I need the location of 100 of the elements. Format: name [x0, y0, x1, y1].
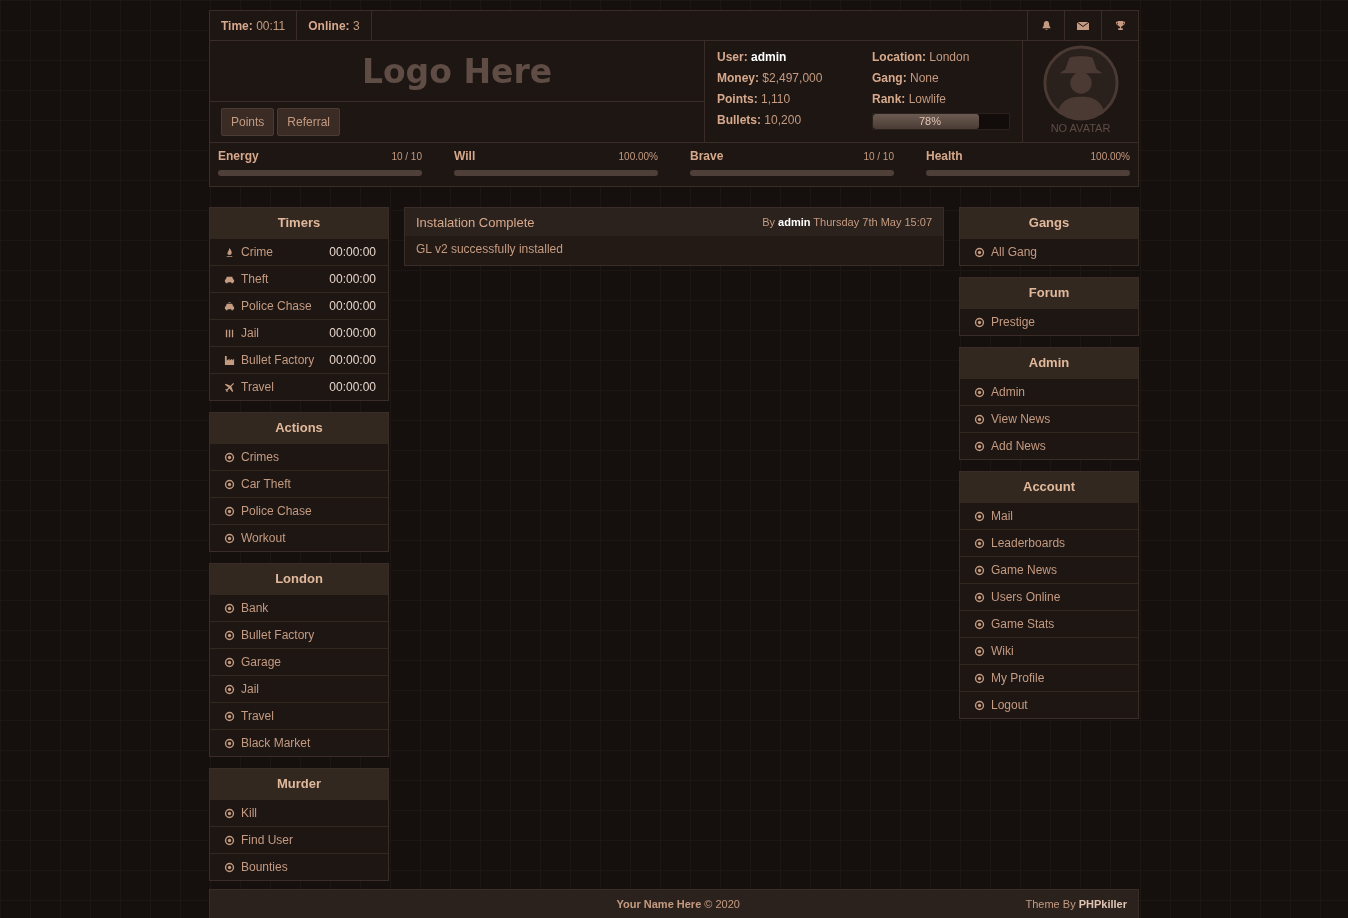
sidebar-link[interactable]: Add News — [960, 432, 1138, 459]
sidebar-link[interactable]: Bullet Factory — [210, 621, 388, 648]
sidebar-link[interactable]: Admin — [960, 378, 1138, 405]
sidebar-link[interactable]: Workout — [210, 524, 388, 551]
sidebar-link[interactable]: Prestige — [960, 308, 1138, 335]
sidebar-link[interactable]: Find User — [210, 826, 388, 853]
trophy-icon — [1114, 20, 1126, 31]
sidebar-link[interactable]: Bullet Factory 00:00:00 — [210, 346, 388, 373]
sidebar-link[interactable]: Wiki — [960, 637, 1138, 664]
stat-text: Bullets: 10,200 — [717, 113, 803, 129]
sidebar-link[interactable]: Crimes — [210, 443, 388, 470]
dot-circle-icon — [224, 602, 235, 614]
news-meta: By admin Thursday 7th May 15:07 — [762, 216, 932, 228]
factory-icon — [224, 354, 235, 366]
theme-credit: Theme By PHPkiller — [1025, 898, 1127, 910]
dot-circle-icon — [974, 246, 985, 258]
dot-circle-icon — [974, 618, 985, 630]
panel-title: Gangs — [960, 208, 1138, 238]
dot-circle-icon — [224, 710, 235, 722]
copyright-text: Your Name Here © 2020 — [615, 898, 741, 910]
panel-title: Timers — [210, 208, 388, 238]
sidebar-link[interactable]: Mail — [960, 502, 1138, 529]
panel-title: London — [210, 564, 388, 594]
panel-title: Forum — [960, 278, 1138, 308]
avatar-caption: NO AVATAR — [1050, 122, 1111, 134]
header-button[interactable]: Referral — [277, 108, 341, 136]
avatar-silhouette-icon — [1041, 44, 1120, 122]
bell-icon — [1040, 20, 1052, 31]
sidebar-link[interactable]: Logout — [960, 691, 1138, 718]
meter-label: Energy — [218, 149, 259, 163]
stat-text: Location: London — [872, 50, 971, 64]
bars-icon — [224, 327, 235, 339]
dot-circle-icon — [224, 834, 235, 846]
sidebar-link[interactable]: View News — [960, 405, 1138, 432]
meter-label: Health — [926, 149, 963, 163]
dot-circle-icon — [224, 478, 235, 490]
dot-circle-icon — [974, 645, 985, 657]
sidebar-link[interactable]: Police Chase 00:00:00 — [210, 292, 388, 319]
sidebar-link[interactable]: Bounties — [210, 853, 388, 880]
dot-circle-icon — [974, 537, 985, 549]
dot-circle-icon — [224, 861, 235, 873]
dot-circle-icon — [224, 807, 235, 819]
sidebar-link[interactable]: Users Online — [960, 583, 1138, 610]
dot-circle-icon — [974, 413, 985, 425]
dot-circle-icon — [974, 591, 985, 603]
status-text: Time: 00:11 — [221, 18, 286, 33]
dot-circle-icon — [974, 440, 985, 452]
meter-reading: 10 / 10 — [863, 151, 894, 162]
stat-text: Money: $2,497,000 — [717, 71, 824, 85]
logo-text: Logo Here — [210, 41, 704, 102]
sidebar-link[interactable]: Travel 00:00:00 — [210, 373, 388, 400]
stat-text: Rank: Lowlife — [872, 92, 948, 106]
panel-title: Murder — [210, 769, 388, 799]
stat-text: Points: 1,110 — [717, 92, 792, 106]
sidebar-link[interactable]: My Profile — [960, 664, 1138, 691]
panel-title: Actions — [210, 413, 388, 443]
envelope-icon — [1077, 20, 1089, 31]
dot-circle-icon — [224, 532, 235, 544]
progress-reading: 78% — [917, 115, 942, 127]
news-body: GL v2 successfully installed — [415, 241, 564, 258]
sidebar-link[interactable]: Police Chase — [210, 497, 388, 524]
stat-text: Gang: None — [872, 71, 940, 85]
sidebar-link[interactable]: Travel — [210, 702, 388, 729]
news-title: Instalation Complete — [416, 214, 535, 230]
car-icon — [224, 300, 235, 312]
sidebar-link[interactable]: Crime 00:00:00 — [210, 238, 388, 265]
dot-circle-icon — [224, 737, 235, 749]
meter-label: Brave — [690, 149, 724, 163]
meter-reading: 100.00% — [618, 151, 658, 162]
dot-circle-icon — [224, 683, 235, 695]
sidebar-link[interactable]: Jail — [210, 675, 388, 702]
dot-circle-icon — [974, 510, 985, 522]
sidebar-link[interactable]: Game News — [960, 556, 1138, 583]
sidebar-link[interactable]: Kill — [210, 799, 388, 826]
dot-circle-icon — [974, 699, 985, 711]
flame-icon — [224, 246, 235, 258]
sidebar-link[interactable]: Theft 00:00:00 — [210, 265, 388, 292]
dot-circle-icon — [224, 629, 235, 641]
sidebar-link[interactable]: Jail 00:00:00 — [210, 319, 388, 346]
dot-circle-icon — [224, 451, 235, 463]
sidebar-link[interactable]: Bank — [210, 594, 388, 621]
header-button[interactable]: Points — [221, 108, 275, 136]
dot-circle-icon — [974, 672, 985, 684]
dot-circle-icon — [224, 656, 235, 668]
sidebar-link[interactable]: Car Theft — [210, 470, 388, 497]
meter-reading: 100.00% — [1090, 151, 1130, 162]
stat-text: User: admin — [717, 50, 788, 64]
meter-reading: 10 / 10 — [391, 151, 422, 162]
dot-circle-icon — [224, 505, 235, 517]
sidebar-link[interactable]: Leaderboards — [960, 529, 1138, 556]
sidebar-link[interactable]: Black Market — [210, 729, 388, 756]
dot-circle-icon — [974, 564, 985, 576]
sidebar-link[interactable]: All Gang — [960, 238, 1138, 265]
panel-title: Account — [960, 472, 1138, 502]
sidebar-link[interactable]: Garage — [210, 648, 388, 675]
dot-circle-icon — [974, 386, 985, 398]
dot-circle-icon — [974, 316, 985, 328]
plane-icon — [224, 381, 235, 393]
meter-label: Will — [454, 149, 476, 163]
sidebar-link[interactable]: Game Stats — [960, 610, 1138, 637]
